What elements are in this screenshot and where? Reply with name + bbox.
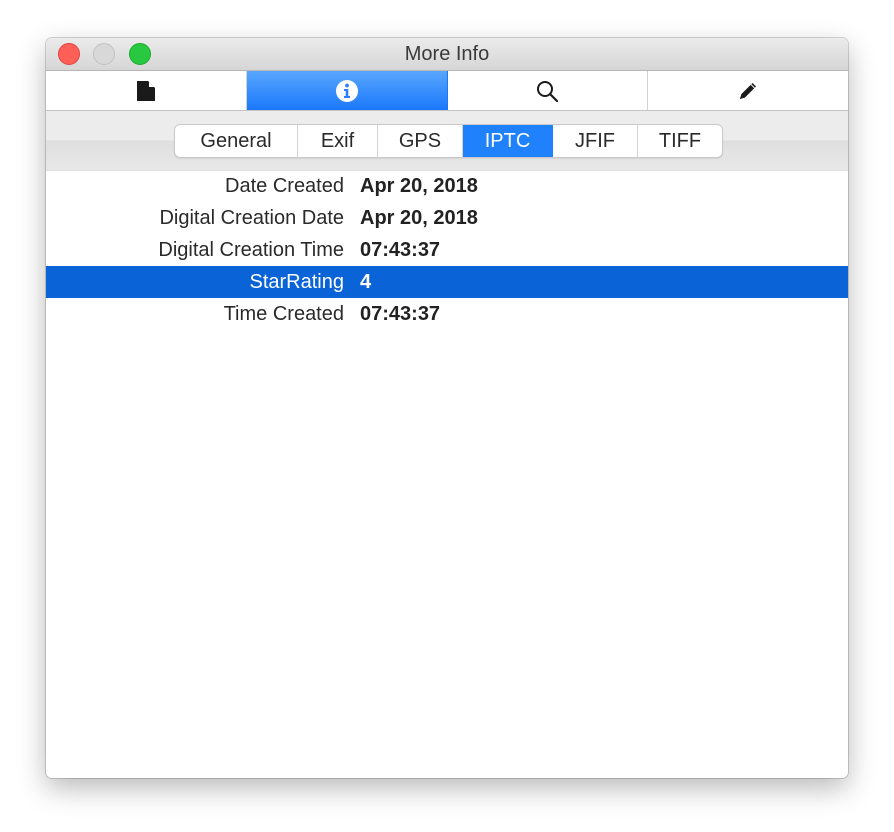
toolbar-file-button[interactable] bbox=[46, 71, 247, 110]
tab-tiff[interactable]: TIFF bbox=[638, 125, 722, 157]
row-label: Digital Creation Date bbox=[159, 206, 344, 229]
row-value: 07:43:37 bbox=[360, 302, 441, 325]
document-icon bbox=[136, 80, 155, 101]
metadata-tab-bar: General Exif GPS IPTC JFIF TIFF bbox=[46, 111, 848, 171]
row-value: Apr 20, 2018 bbox=[360, 206, 478, 229]
tab-gps[interactable]: GPS bbox=[378, 125, 463, 157]
row-label: Time Created bbox=[223, 302, 344, 325]
toolbar-info-button[interactable] bbox=[246, 71, 448, 110]
table-row[interactable]: Digital Creation Date Apr 20, 2018 bbox=[46, 202, 848, 234]
table-row[interactable]: Digital Creation Time 07:43:37 bbox=[46, 234, 848, 266]
row-label: StarRating bbox=[249, 270, 345, 293]
table-row[interactable]: Time Created 07:43:37 bbox=[46, 298, 848, 330]
more-info-window: More Info General Exif GPS IPTC JFIF TIF… bbox=[46, 38, 848, 778]
row-value: 4 bbox=[360, 270, 372, 293]
row-label: Digital Creation Time bbox=[158, 238, 344, 261]
search-icon bbox=[537, 80, 559, 102]
table-row[interactable]: Date Created Apr 20, 2018 bbox=[46, 170, 848, 202]
toolbar-search-button[interactable] bbox=[448, 71, 649, 110]
row-value: 07:43:37 bbox=[360, 238, 441, 261]
row-value: Apr 20, 2018 bbox=[360, 174, 478, 197]
title-bar: More Info bbox=[46, 38, 848, 71]
toolbar-edit-button[interactable] bbox=[648, 71, 848, 110]
tab-general[interactable]: General bbox=[175, 125, 298, 157]
metadata-table: Date Created Apr 20, 2018 Digital Creati… bbox=[46, 170, 848, 330]
metadata-segmented-control: General Exif GPS IPTC JFIF TIFF bbox=[174, 124, 723, 158]
info-icon bbox=[335, 79, 358, 102]
tab-exif[interactable]: Exif bbox=[298, 125, 378, 157]
inspector-toolbar bbox=[46, 71, 848, 111]
table-row-selected[interactable]: StarRating 4 bbox=[46, 266, 848, 298]
pencil-icon bbox=[740, 82, 757, 99]
window-title: More Info bbox=[404, 43, 490, 65]
row-label: Date Created bbox=[225, 174, 344, 197]
tab-jfif[interactable]: JFIF bbox=[553, 125, 638, 157]
tab-iptc[interactable]: IPTC bbox=[463, 125, 553, 157]
